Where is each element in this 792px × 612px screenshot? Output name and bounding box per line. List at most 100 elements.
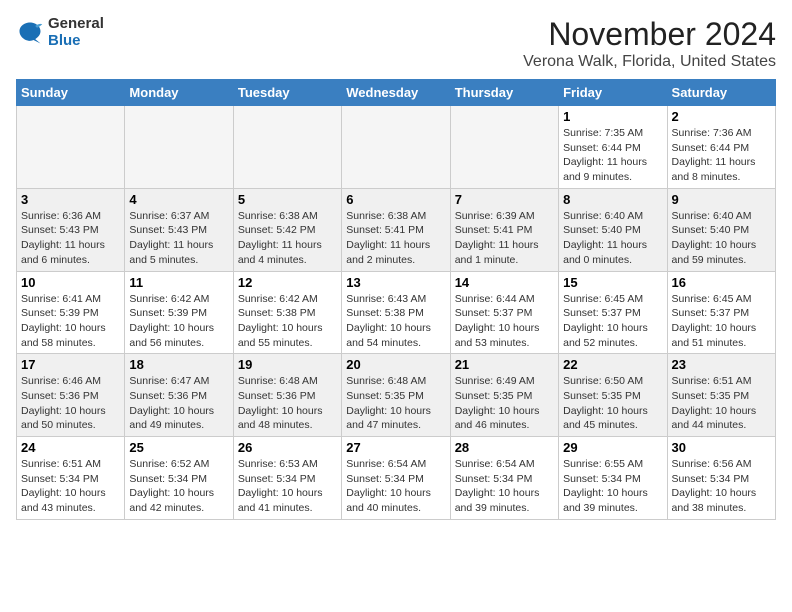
calendar-cell: 10 Sunrise: 6:41 AM Sunset: 5:39 PM Dayli… [17,271,125,354]
title-area: November 2024 Verona Walk, Florida, Unit… [523,16,776,71]
logo-bird-icon [16,19,44,47]
calendar-cell [342,106,450,189]
day-info: Sunrise: 6:51 AM Sunset: 5:35 PM Dayligh… [672,374,771,433]
day-info: Sunrise: 6:52 AM Sunset: 5:34 PM Dayligh… [129,457,228,516]
calendar-cell: 24Sunrise: 6:51 AM Sunset: 5:34 PM Dayli… [17,437,125,520]
day-number: 11 [129,275,228,290]
day-number: 26 [238,440,337,455]
weekday-header: Sunday [17,80,125,106]
day-info: Sunrise: 6:39 AM Sunset: 5:41 PM Dayligh… [455,209,554,268]
weekday-header: Monday [125,80,233,106]
calendar-week-row: 10 Sunrise: 6:41 AM Sunset: 5:39 PM Dayli… [17,271,776,354]
day-info: Sunrise: 6:41 AM Sunset: 5:39 PM Dayligh… [21,292,120,351]
calendar-cell: 25 Sunrise: 6:52 AM Sunset: 5:34 PM Dayli… [125,437,233,520]
day-info: Sunrise: 6:40 AM Sunset: 5:40 PM Dayligh… [563,209,662,268]
day-number: 28 [455,440,554,455]
day-number: 23 [672,357,771,372]
day-info: Sunrise: 6:45 AM Sunset: 5:37 PM Dayligh… [672,292,771,351]
calendar-cell: 14 Sunrise: 6:44 AM Sunset: 5:37 PM Dayli… [450,271,558,354]
day-number: 5 [238,192,337,207]
day-info: Sunrise: 6:42 AM Sunset: 5:39 PM Dayligh… [129,292,228,351]
calendar-cell: 27 Sunrise: 6:54 AM Sunset: 5:34 PM Dayli… [342,437,450,520]
day-number: 10 [21,275,120,290]
calendar-week-row: 24Sunrise: 6:51 AM Sunset: 5:34 PM Dayli… [17,437,776,520]
day-number: 27 [346,440,445,455]
calendar-cell: 19 Sunrise: 6:48 AM Sunset: 5:36 PM Dayli… [233,354,341,437]
day-number: 8 [563,192,662,207]
day-number: 7 [455,192,554,207]
day-number: 16 [672,275,771,290]
page-header: General Blue November 2024 Verona Walk, … [16,16,776,71]
calendar-week-row: 3Sunrise: 6:36 AM Sunset: 5:43 PM Daylig… [17,188,776,271]
calendar-cell: 26 Sunrise: 6:53 AM Sunset: 5:34 PM Dayli… [233,437,341,520]
day-info: Sunrise: 6:53 AM Sunset: 5:34 PM Dayligh… [238,457,337,516]
calendar-cell: 29 Sunrise: 6:55 AM Sunset: 5:34 PM Dayli… [559,437,667,520]
weekday-header: Tuesday [233,80,341,106]
day-number: 22 [563,357,662,372]
location-title: Verona Walk, Florida, United States [523,53,776,71]
day-number: 6 [346,192,445,207]
calendar-table: SundayMondayTuesdayWednesdayThursdayFrid… [16,79,776,520]
day-info: Sunrise: 6:46 AM Sunset: 5:36 PM Dayligh… [21,374,120,433]
calendar-week-row: 1 Sunrise: 7:35 AM Sunset: 6:44 PM Daylig… [17,106,776,189]
day-info: Sunrise: 6:38 AM Sunset: 5:42 PM Dayligh… [238,209,337,268]
day-info: Sunrise: 6:50 AM Sunset: 5:35 PM Dayligh… [563,374,662,433]
month-title: November 2024 [523,16,776,53]
calendar-cell: 2Sunrise: 7:36 AM Sunset: 6:44 PM Daylig… [667,106,775,189]
day-info: Sunrise: 6:40 AM Sunset: 5:40 PM Dayligh… [672,209,771,268]
calendar-cell: 28Sunrise: 6:54 AM Sunset: 5:34 PM Dayli… [450,437,558,520]
calendar-cell: 7 Sunrise: 6:39 AM Sunset: 5:41 PM Daylig… [450,188,558,271]
day-info: Sunrise: 6:43 AM Sunset: 5:38 PM Dayligh… [346,292,445,351]
calendar-cell: 22 Sunrise: 6:50 AM Sunset: 5:35 PM Dayli… [559,354,667,437]
day-number: 13 [346,275,445,290]
calendar-cell [125,106,233,189]
day-number: 4 [129,192,228,207]
day-number: 12 [238,275,337,290]
calendar-cell: 20 Sunrise: 6:48 AM Sunset: 5:35 PM Dayli… [342,354,450,437]
day-number: 25 [129,440,228,455]
calendar-cell: 3Sunrise: 6:36 AM Sunset: 5:43 PM Daylig… [17,188,125,271]
logo-blue: Blue [48,33,104,50]
day-number: 1 [563,109,662,124]
day-info: Sunrise: 6:38 AM Sunset: 5:41 PM Dayligh… [346,209,445,268]
day-number: 29 [563,440,662,455]
day-number: 30 [672,440,771,455]
day-number: 17 [21,357,120,372]
day-info: Sunrise: 6:48 AM Sunset: 5:36 PM Dayligh… [238,374,337,433]
weekday-header: Saturday [667,80,775,106]
calendar-cell: 5 Sunrise: 6:38 AM Sunset: 5:42 PM Daylig… [233,188,341,271]
day-info: Sunrise: 6:49 AM Sunset: 5:35 PM Dayligh… [455,374,554,433]
day-info: Sunrise: 6:45 AM Sunset: 5:37 PM Dayligh… [563,292,662,351]
day-number: 19 [238,357,337,372]
day-info: Sunrise: 6:54 AM Sunset: 5:34 PM Dayligh… [346,457,445,516]
day-info: Sunrise: 6:48 AM Sunset: 5:35 PM Dayligh… [346,374,445,433]
calendar-cell: 23 Sunrise: 6:51 AM Sunset: 5:35 PM Dayli… [667,354,775,437]
calendar-cell [450,106,558,189]
calendar-week-row: 17 Sunrise: 6:46 AM Sunset: 5:36 PM Dayli… [17,354,776,437]
day-info: Sunrise: 7:36 AM Sunset: 6:44 PM Dayligh… [672,126,771,185]
day-info: Sunrise: 6:55 AM Sunset: 5:34 PM Dayligh… [563,457,662,516]
calendar-cell: 12Sunrise: 6:42 AM Sunset: 5:38 PM Dayli… [233,271,341,354]
calendar-cell: 13 Sunrise: 6:43 AM Sunset: 5:38 PM Dayli… [342,271,450,354]
calendar-cell: 11 Sunrise: 6:42 AM Sunset: 5:39 PM Dayli… [125,271,233,354]
day-info: Sunrise: 7:35 AM Sunset: 6:44 PM Dayligh… [563,126,662,185]
day-number: 18 [129,357,228,372]
calendar-cell [17,106,125,189]
day-info: Sunrise: 6:56 AM Sunset: 5:34 PM Dayligh… [672,457,771,516]
day-info: Sunrise: 6:37 AM Sunset: 5:43 PM Dayligh… [129,209,228,268]
calendar-cell [233,106,341,189]
day-number: 15 [563,275,662,290]
calendar-cell: 15 Sunrise: 6:45 AM Sunset: 5:37 PM Dayli… [559,271,667,354]
calendar-cell: 17 Sunrise: 6:46 AM Sunset: 5:36 PM Dayli… [17,354,125,437]
logo-general: General [48,16,104,33]
calendar-cell: 1 Sunrise: 7:35 AM Sunset: 6:44 PM Daylig… [559,106,667,189]
day-number: 20 [346,357,445,372]
calendar-cell: 6 Sunrise: 6:38 AM Sunset: 5:41 PM Daylig… [342,188,450,271]
day-info: Sunrise: 6:51 AM Sunset: 5:34 PM Dayligh… [21,457,120,516]
weekday-header-row: SundayMondayTuesdayWednesdayThursdayFrid… [17,80,776,106]
calendar-cell: 21Sunrise: 6:49 AM Sunset: 5:35 PM Dayli… [450,354,558,437]
day-number: 9 [672,192,771,207]
calendar-cell: 9 Sunrise: 6:40 AM Sunset: 5:40 PM Daylig… [667,188,775,271]
day-number: 14 [455,275,554,290]
day-info: Sunrise: 6:44 AM Sunset: 5:37 PM Dayligh… [455,292,554,351]
